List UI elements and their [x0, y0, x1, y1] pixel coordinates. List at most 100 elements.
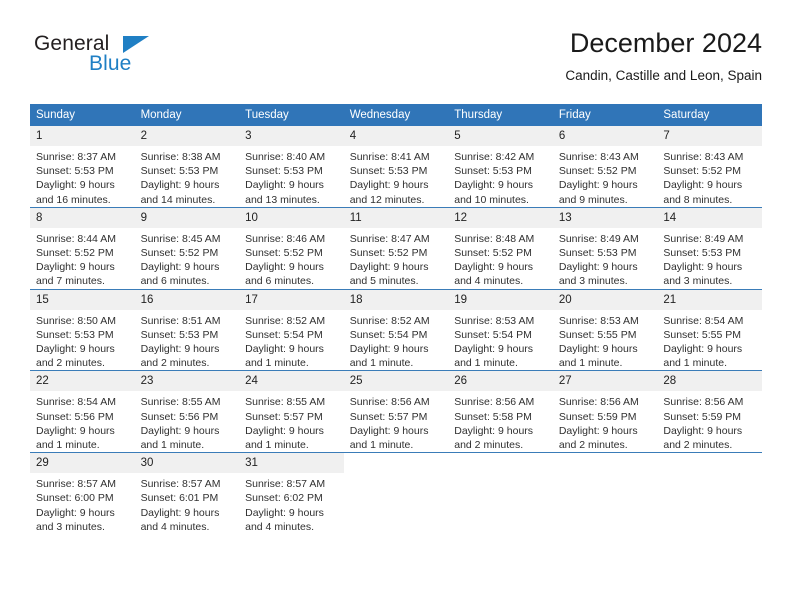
logo-triangle-icon: [123, 36, 149, 53]
daylight-duration-line1: Daylight: 9 hours: [663, 179, 743, 192]
calendar-body: 1 Sunrise: 8:37 AM Sunset: 5:53 PM Daylight…: [30, 126, 762, 535]
sunset-time: Sunset: 5:54 PM: [245, 328, 323, 341]
weekday-header-wednesday: Wednesday: [343, 104, 449, 126]
calendar-day-cell[interactable]: 18 Sunrise: 8:52 AM Sunset: 5:54 PM Dayligh…: [343, 288, 449, 371]
calendar-day-cell[interactable]: 9 Sunrise: 8:45 AM Sunset: 5:52 PM Daylight…: [134, 206, 240, 290]
calendar-day-cell[interactable]: 19 Sunrise: 8:53 AM Sunset: 5:54 PM Dayligh…: [448, 288, 553, 371]
day-details: Sunrise: 8:57 AM Sunset: 6:00 PM Daylight:…: [30, 473, 135, 534]
day-cell-inner: 14 Sunrise: 8:49 AM Sunset: 5:53 PM Dayligh…: [657, 207, 762, 289]
calendar-day-cell[interactable]: 25 Sunrise: 8:56 AM Sunset: 5:57 PM Dayligh…: [343, 370, 449, 453]
day-cell-inner: [343, 453, 449, 534]
calendar-day-cell[interactable]: 17 Sunrise: 8:52 AM Sunset: 5:54 PM Dayligh…: [239, 288, 344, 371]
day-number: 13: [552, 207, 658, 228]
day-number: 20: [552, 289, 658, 310]
calendar-day-cell[interactable]: 31 Sunrise: 8:57 AM Sunset: 6:02 PM Dayligh…: [239, 452, 344, 535]
sunset-time: Sunset: 5:52 PM: [245, 247, 323, 260]
day-details: Sunrise: 8:46 AM Sunset: 5:52 PM Daylight:…: [239, 228, 344, 289]
calendar-week-row: 1 Sunrise: 8:37 AM Sunset: 5:53 PM Daylight…: [30, 126, 762, 207]
calendar-day-cell[interactable]: 3 Sunrise: 8:40 AM Sunset: 5:53 PM Daylight…: [239, 126, 344, 207]
sunrise-time: Sunrise: 8:50 AM: [36, 314, 116, 327]
sunrise-time: Sunrise: 8:42 AM: [454, 151, 535, 163]
day-details: Sunrise: 8:53 AM Sunset: 5:55 PM Daylight:…: [553, 310, 658, 371]
day-number: 29: [30, 453, 135, 474]
weekday-header-monday: Monday: [134, 104, 240, 126]
calendar-day-cell[interactable]: 2 Sunrise: 8:38 AM Sunset: 5:53 PM Daylight…: [134, 126, 240, 207]
day-cell-inner: 10 Sunrise: 8:46 AM Sunset: 5:52 PM Dayligh…: [239, 207, 344, 289]
calendar-day-cell[interactable]: 30 Sunrise: 8:57 AM Sunset: 6:01 PM Dayligh…: [134, 452, 240, 535]
day-cell-inner: 21 Sunrise: 8:54 AM Sunset: 5:55 PM Dayligh…: [657, 289, 762, 371]
daylight-duration-line1: Daylight: 9 hours: [454, 261, 534, 274]
calendar-day-cell[interactable]: 23 Sunrise: 8:55 AM Sunset: 5:56 PM Dayligh…: [134, 370, 240, 453]
daylight-duration-line1: Daylight: 9 hours: [140, 343, 220, 356]
calendar-day-cell[interactable]: 10 Sunrise: 8:46 AM Sunset: 5:52 PM Dayligh…: [239, 206, 344, 290]
day-cell-inner: 19 Sunrise: 8:53 AM Sunset: 5:54 PM Dayligh…: [448, 289, 553, 371]
calendar-day-cell[interactable]: 26 Sunrise: 8:56 AM Sunset: 5:58 PM Dayligh…: [448, 370, 553, 453]
calendar-day-cell[interactable]: 7 Sunrise: 8:43 AM Sunset: 5:52 PM Daylight…: [657, 126, 762, 207]
calendar-day-cell[interactable]: 21 Sunrise: 8:54 AM Sunset: 5:55 PM Dayligh…: [657, 288, 762, 371]
daylight-duration-line1: Daylight: 9 hours: [140, 424, 220, 437]
calendar-day-cell[interactable]: 27 Sunrise: 8:56 AM Sunset: 5:59 PM Dayligh…: [552, 370, 658, 453]
sunset-time: Sunset: 5:58 PM: [454, 410, 532, 423]
sunrise-time: Sunrise: 8:44 AM: [36, 232, 116, 245]
day-number: 6: [552, 126, 658, 146]
day-number: 3: [239, 126, 344, 146]
daylight-duration-line1: Daylight: 9 hours: [140, 506, 220, 519]
calendar-day-cell-empty: [552, 452, 658, 535]
daylight-duration-line2: and 1 minute.: [349, 357, 414, 370]
calendar-week-row: 22 Sunrise: 8:54 AM Sunset: 5:56 PM Dayligh…: [30, 370, 762, 453]
calendar-day-cell[interactable]: 15 Sunrise: 8:50 AM Sunset: 5:53 PM Dayligh…: [30, 288, 135, 371]
generalblue-logo[interactable]: General Blue: [30, 32, 240, 88]
day-number: 2: [134, 126, 240, 146]
calendar-day-cell[interactable]: 14 Sunrise: 8:49 AM Sunset: 5:53 PM Dayligh…: [657, 206, 762, 290]
day-details: Sunrise: 8:37 AM Sunset: 5:53 PM Daylight:…: [30, 146, 135, 207]
calendar-day-cell[interactable]: 12 Sunrise: 8:48 AM Sunset: 5:52 PM Dayligh…: [448, 206, 553, 290]
sunrise-time: Sunrise: 8:56 AM: [558, 396, 639, 409]
sunrise-time: Sunrise: 8:53 AM: [454, 314, 535, 327]
day-details: Sunrise: 8:54 AM Sunset: 5:55 PM Daylight:…: [657, 310, 762, 371]
daylight-duration-line2: and 2 minutes.: [36, 357, 105, 370]
day-cell-inner: 26 Sunrise: 8:56 AM Sunset: 5:58 PM Dayligh…: [448, 371, 553, 452]
daylight-duration-line1: Daylight: 9 hours: [349, 424, 429, 437]
calendar-day-cell[interactable]: 13 Sunrise: 8:49 AM Sunset: 5:53 PM Dayligh…: [552, 206, 658, 290]
day-cell-inner: 2 Sunrise: 8:38 AM Sunset: 5:53 PM Daylight…: [134, 126, 240, 207]
daylight-duration-line2: and 4 minutes.: [245, 520, 315, 533]
calendar-day-cell[interactable]: 16 Sunrise: 8:51 AM Sunset: 5:53 PM Dayligh…: [134, 288, 240, 371]
day-details: Sunrise: 8:56 AM Sunset: 5:59 PM Daylight:…: [657, 391, 762, 452]
sunrise-time: Sunrise: 8:43 AM: [663, 151, 744, 163]
day-number: 24: [239, 371, 344, 392]
weekday-header-saturday: Saturday: [657, 104, 762, 126]
daylight-duration-line1: Daylight: 9 hours: [245, 179, 324, 192]
calendar-day-cell[interactable]: 11 Sunrise: 8:47 AM Sunset: 5:52 PM Dayligh…: [343, 206, 449, 290]
day-details: Sunrise: 8:49 AM Sunset: 5:53 PM Daylight:…: [553, 228, 658, 289]
calendar-day-cell[interactable]: 4 Sunrise: 8:41 AM Sunset: 5:53 PM Daylight…: [343, 126, 449, 207]
sunset-time: Sunset: 5:53 PM: [454, 165, 532, 178]
day-number: 26: [448, 371, 553, 392]
calendar-day-cell[interactable]: 28 Sunrise: 8:56 AM Sunset: 5:59 PM Dayligh…: [657, 370, 762, 453]
day-number: 27: [552, 371, 658, 392]
daylight-duration-line1: Daylight: 9 hours: [140, 261, 220, 274]
day-number: 15: [30, 289, 135, 310]
day-number: 1: [30, 126, 135, 146]
daylight-duration-line1: Daylight: 9 hours: [36, 343, 115, 356]
calendar-day-cell[interactable]: 22 Sunrise: 8:54 AM Sunset: 5:56 PM Dayligh…: [30, 370, 135, 453]
page-subtitle: Candin, Castille and Leon, Spain: [565, 68, 762, 83]
calendar-day-cell[interactable]: 6 Sunrise: 8:43 AM Sunset: 5:52 PM Daylight…: [552, 126, 658, 207]
page-title: December 2024: [569, 28, 762, 58]
sunset-time: Sunset: 5:59 PM: [558, 410, 637, 423]
daylight-duration-line2: and 14 minutes.: [140, 193, 216, 206]
day-cell-inner: 5 Sunrise: 8:42 AM Sunset: 5:53 PM Daylight…: [448, 126, 553, 207]
day-details: Sunrise: 8:44 AM Sunset: 5:52 PM Daylight:…: [30, 228, 135, 289]
calendar-day-cell[interactable]: 5 Sunrise: 8:42 AM Sunset: 5:53 PM Daylight…: [448, 126, 553, 207]
calendar-day-cell[interactable]: 24 Sunrise: 8:55 AM Sunset: 5:57 PM Dayligh…: [239, 370, 344, 453]
day-cell-inner: 28 Sunrise: 8:56 AM Sunset: 5:59 PM Dayligh…: [657, 371, 762, 452]
sunset-time: Sunset: 5:53 PM: [140, 165, 219, 178]
calendar-day-cell[interactable]: 1 Sunrise: 8:37 AM Sunset: 5:53 PM Daylight…: [30, 126, 135, 207]
calendar-day-cell[interactable]: 20 Sunrise: 8:53 AM Sunset: 5:55 PM Dayligh…: [552, 288, 658, 371]
daylight-duration-line1: Daylight: 9 hours: [558, 424, 638, 437]
calendar-day-cell[interactable]: 8 Sunrise: 8:44 AM Sunset: 5:52 PM Daylight…: [30, 206, 135, 290]
calendar-day-cell[interactable]: 29 Sunrise: 8:57 AM Sunset: 6:00 PM Dayligh…: [30, 452, 135, 535]
sunrise-time: Sunrise: 8:48 AM: [454, 232, 535, 245]
day-cell-inner: 23 Sunrise: 8:55 AM Sunset: 5:56 PM Dayligh…: [134, 371, 240, 452]
sunrise-time: Sunrise: 8:53 AM: [558, 314, 639, 327]
sunrise-time: Sunrise: 8:45 AM: [140, 232, 221, 245]
